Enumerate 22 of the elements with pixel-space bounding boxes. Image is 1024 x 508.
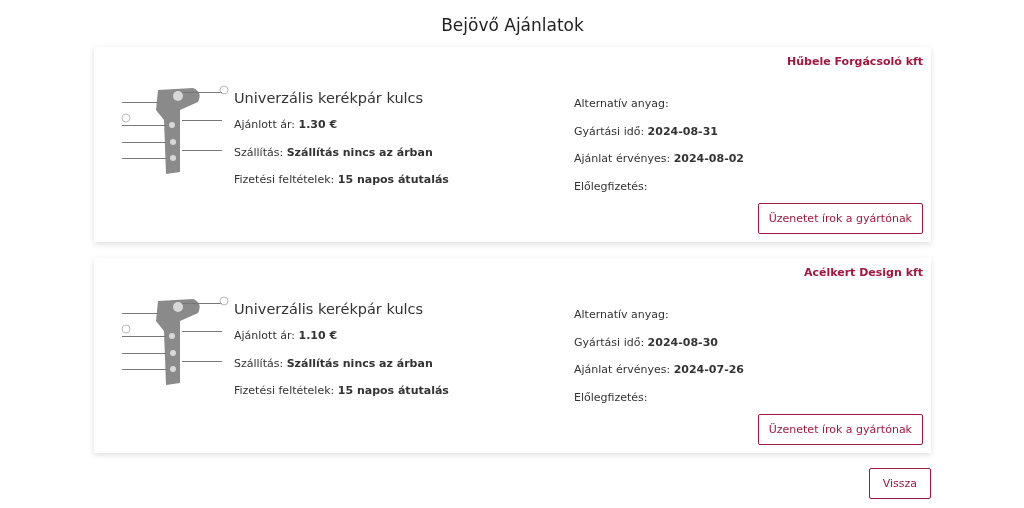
- offer-detail: Alternatív anyag:: [574, 97, 670, 110]
- company-name: Hűbele Forgácsoló kft: [786, 55, 923, 68]
- offer-detail: Ajánlott ár: 1.10 €: [234, 329, 339, 342]
- offer-detail: Ajánlat érvényes: 2024-07-26: [574, 363, 746, 376]
- offer-detail: Fizetési feltételek: 15 napos átutalás: [234, 384, 450, 397]
- message-button[interactable]: Üzenetet írok a gyártónak: [757, 414, 923, 445]
- message-button[interactable]: Üzenetet írok a gyártónak: [757, 203, 923, 234]
- product-name: Univerzális kerékpár kulcs: [234, 90, 425, 106]
- page-title: Bejövő Ajánlatok: [440, 15, 585, 35]
- offer-detail: Gyártási idő: 2024-08-30: [574, 335, 719, 349]
- product-name: Univerzális kerékpár kulcs: [234, 301, 425, 317]
- offer-detail: Előlegfizetés:: [574, 179, 649, 193]
- offer-detail: Fizetési feltételek: 15 napos átutalás: [234, 173, 450, 186]
- offer-detail: Szállítás: Szállítás nincs az árban: [234, 356, 434, 370]
- offer-detail: Szállítás: Szállítás nincs az árban: [234, 145, 434, 159]
- offer-detail: Ajánlott ár: 1.30 €: [234, 118, 339, 131]
- back-button[interactable]: Vissza: [868, 468, 931, 499]
- offer-detail: Gyártási idő: 2024-08-31: [574, 124, 719, 138]
- offer-detail: Előlegfizetés:: [574, 390, 649, 404]
- offer-detail: Alternatív anyag:: [574, 308, 670, 321]
- company-name: Acélkert Design kft: [802, 266, 923, 279]
- offer-detail: Ajánlat érvényes: 2024-08-02: [574, 152, 746, 165]
